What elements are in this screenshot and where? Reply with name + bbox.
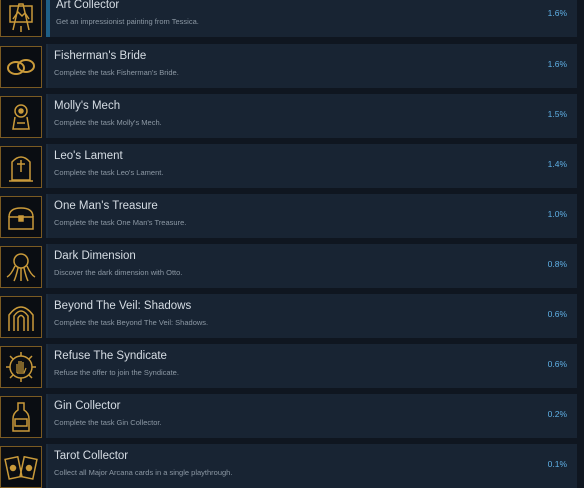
achievement-description: Complete the task Leo's Lament. — [54, 168, 164, 177]
achievement-description: Complete the task Gin Collector. — [54, 418, 162, 427]
achievement-row[interactable]: Art Collector Get an impressionist paint… — [0, 0, 584, 37]
unlock-percentage: 1.4% — [547, 159, 567, 169]
achievement-card: Refuse The Syndicate Refuse the offer to… — [46, 344, 577, 388]
achievement-row[interactable]: Refuse The Syndicate Refuse the offer to… — [0, 344, 584, 388]
achievement-description: Complete the task Molly's Mech. — [54, 118, 162, 127]
achievement-card: Molly's Mech Complete the task Molly's M… — [46, 94, 577, 138]
achievement-description: Discover the dark dimension with Otto. — [54, 268, 183, 277]
achievement-title: Art Collector — [56, 0, 120, 11]
achievement-title: Refuse The Syndicate — [54, 350, 167, 362]
achievement-card: Gin Collector Complete the task Gin Coll… — [46, 394, 577, 438]
painting-easel-icon — [0, 0, 42, 37]
achievement-title: Dark Dimension — [54, 250, 136, 262]
treasure-chest-icon — [0, 196, 42, 238]
achievement-row[interactable]: Fisherman's Bride Complete the task Fish… — [0, 44, 584, 88]
wedding-rings-icon — [0, 46, 42, 88]
achievement-description: Complete the task Beyond The Veil: Shado… — [54, 318, 209, 327]
gravestone-icon — [0, 146, 42, 188]
achievement-title: Fisherman's Bride — [54, 50, 147, 62]
unlock-percentage: 1.6% — [547, 59, 567, 69]
achievement-row[interactable]: Gin Collector Complete the task Gin Coll… — [0, 394, 584, 438]
achievement-description: Refuse the offer to join the Syndicate. — [54, 368, 179, 377]
unlock-percentage: 0.6% — [547, 309, 567, 319]
unlock-percentage: 1.6% — [547, 8, 567, 18]
mechanical-arm-icon — [0, 96, 42, 138]
achievement-title: Gin Collector — [54, 400, 121, 412]
achievement-title: One Man's Treasure — [54, 200, 158, 212]
octopus-icon — [0, 246, 42, 288]
achievement-card: Fisherman's Bride Complete the task Fish… — [46, 44, 577, 88]
achievement-row[interactable]: Dark Dimension Discover the dark dimensi… — [0, 244, 584, 288]
achievement-description: Complete the task Fisherman's Bride. — [54, 68, 179, 77]
unlock-percentage: 0.8% — [547, 259, 567, 269]
achievement-row[interactable]: Tarot Collector Collect all Major Arcana… — [0, 444, 584, 488]
achievement-title: Leo's Lament — [54, 150, 123, 162]
gear-hand-icon — [0, 346, 42, 388]
portal-arch-icon — [0, 296, 42, 338]
achievement-row[interactable]: Molly's Mech Complete the task Molly's M… — [0, 94, 584, 138]
achievement-card: Dark Dimension Discover the dark dimensi… — [46, 244, 577, 288]
achievement-list: Art Collector Get an impressionist paint… — [0, 0, 584, 488]
unlock-percentage: 0.6% — [547, 359, 567, 369]
gin-bottle-icon — [0, 396, 42, 438]
achievement-description: Complete the task One Man's Treasure. — [54, 218, 187, 227]
achievement-title: Molly's Mech — [54, 100, 121, 112]
achievement-description: Get an impressionist painting from Tessi… — [56, 17, 199, 26]
unlock-percentage: 1.5% — [547, 109, 567, 119]
achievement-description: Collect all Major Arcana cards in a sing… — [54, 468, 233, 477]
achievement-title: Tarot Collector — [54, 450, 129, 462]
achievement-row[interactable]: Leo's Lament Complete the task Leo's Lam… — [0, 144, 584, 188]
unlock-percentage: 0.1% — [547, 459, 567, 469]
achievement-title: Beyond The Veil: Shadows — [54, 300, 192, 312]
tarot-cards-icon — [0, 446, 42, 488]
unlock-percentage: 0.2% — [547, 409, 567, 419]
achievement-row[interactable]: Beyond The Veil: Shadows Complete the ta… — [0, 294, 584, 338]
achievement-row[interactable]: One Man's Treasure Complete the task One… — [0, 194, 584, 238]
achievement-card: Beyond The Veil: Shadows Complete the ta… — [46, 294, 577, 338]
unlock-percentage: 1.0% — [547, 209, 567, 219]
achievement-card: One Man's Treasure Complete the task One… — [46, 194, 577, 238]
achievement-card: Art Collector Get an impressionist paint… — [46, 0, 577, 37]
achievement-card: Leo's Lament Complete the task Leo's Lam… — [46, 144, 577, 188]
achievement-card: Tarot Collector Collect all Major Arcana… — [46, 444, 577, 488]
